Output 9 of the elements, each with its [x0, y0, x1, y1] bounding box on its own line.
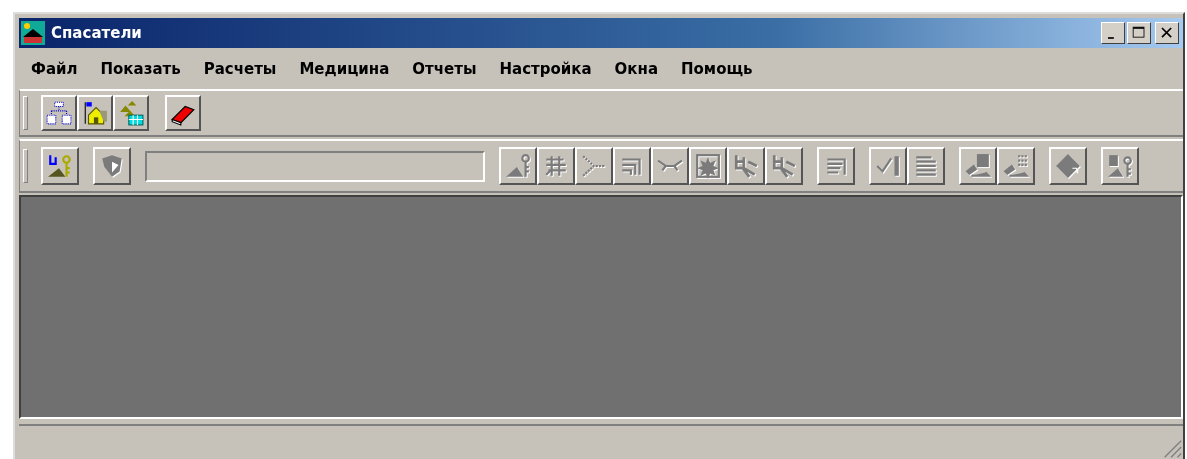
menu-item[interactable]: Расчеты [203, 59, 277, 78]
menu-item[interactable]: Отчеты [412, 59, 477, 78]
menu-item[interactable]: Медицина [299, 59, 390, 78]
menu-item[interactable]: Помощь [681, 59, 753, 78]
menu-item[interactable]: Показать [100, 59, 181, 78]
window-title: Спасатели [51, 23, 143, 42]
menu-item[interactable]: Окна [614, 59, 658, 78]
menu-item[interactable]: Файл [31, 59, 78, 78]
menu-item[interactable]: Настройка [499, 59, 592, 78]
